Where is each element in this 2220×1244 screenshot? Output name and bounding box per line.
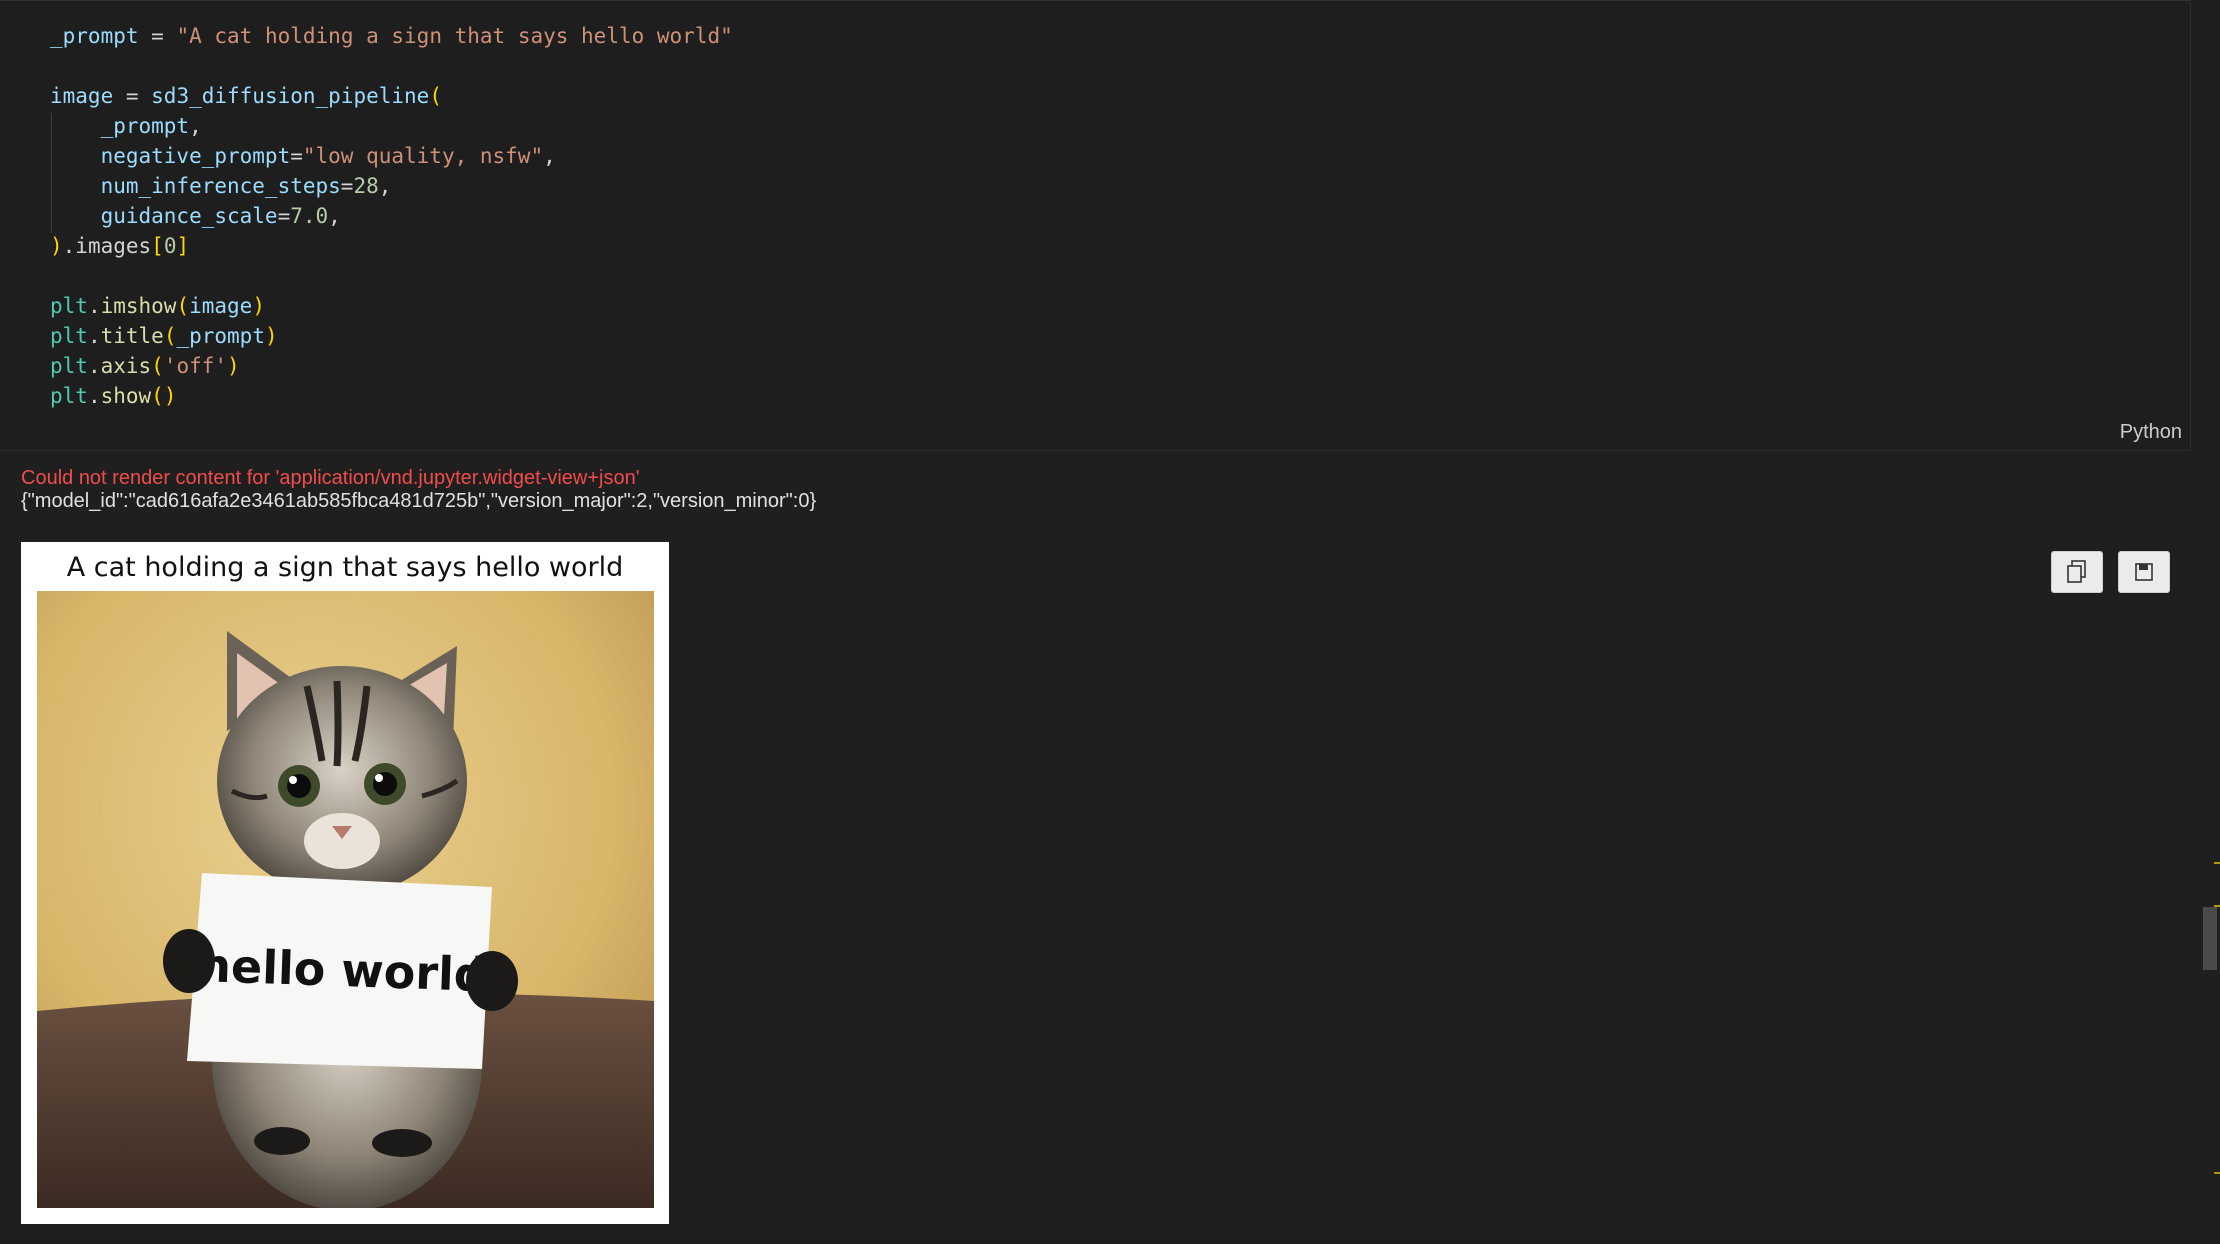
code-token: plt [50, 294, 88, 318]
code-line[interactable] [50, 261, 733, 291]
code-line[interactable]: image = sd3_diffusion_pipeline( [50, 81, 733, 111]
code-cell[interactable]: _prompt = "A cat holding a sign that say… [0, 0, 2191, 451]
code-token: plt [50, 324, 88, 348]
code-line[interactable]: negative_prompt="low quality, nsfw", [50, 141, 733, 171]
code-token: = [340, 174, 354, 198]
code-token: _prompt [50, 24, 139, 48]
code-token: negative_prompt [50, 144, 291, 168]
code-token: . [87, 354, 101, 378]
code-line[interactable]: ).images[0] [50, 231, 733, 261]
code-token: "low quality, nsfw" [302, 144, 544, 168]
code-line[interactable] [50, 51, 733, 81]
scrollbar-thumb[interactable] [2203, 907, 2217, 970]
figure-title: A cat holding a sign that says hello wor… [66, 552, 624, 583]
code-line[interactable]: num_inference_steps=28, [50, 171, 733, 201]
code-token: = [277, 204, 291, 228]
code-token: ( [429, 84, 442, 108]
code-token: , [189, 114, 202, 138]
code-token: axis [100, 354, 152, 378]
code-token: . [87, 294, 101, 318]
code-token: = [113, 84, 152, 108]
code-token: title [100, 324, 164, 348]
code-token: 0 [163, 234, 177, 258]
code-token: num_inference_steps [50, 174, 341, 198]
code-token: plt [50, 384, 88, 408]
code-editor[interactable]: _prompt = "A cat holding a sign that say… [50, 21, 733, 411]
code-token: _prompt [176, 324, 265, 348]
overview-ruler-mark [2214, 1172, 2220, 1174]
code-token: 7.0 [290, 204, 329, 228]
code-token: _prompt [50, 114, 190, 138]
code-token: show [100, 384, 152, 408]
code-token: ( [163, 324, 177, 348]
code-token: ) [264, 324, 278, 348]
code-token: , [543, 144, 556, 168]
save-output-button[interactable] [2118, 551, 2170, 593]
output-figure: A cat holding a sign that says hello wor… [21, 542, 669, 1224]
code-token: ) [252, 294, 265, 318]
code-line[interactable]: plt.axis('off') [50, 351, 733, 381]
code-token: ( [151, 354, 164, 378]
code-token: .images [62, 234, 152, 258]
widget-json-output: {"model_id":"cad616afa2e3461ab585fbca481… [21, 490, 817, 512]
code-line[interactable]: guidance_scale=7.0, [50, 201, 733, 231]
code-token: . [87, 324, 101, 348]
code-token: ) [227, 354, 240, 378]
save-icon [2135, 563, 2153, 581]
cat-image: hello world [37, 591, 654, 1208]
render-error-message: Could not render content for 'applicatio… [21, 467, 640, 489]
code-token: sd3_diffusion_pipeline [151, 84, 430, 108]
code-token: ) [50, 234, 63, 258]
code-line[interactable]: _prompt = "A cat holding a sign that say… [50, 21, 733, 51]
code-token: image [50, 84, 114, 108]
code-token: [ [151, 234, 164, 258]
overview-ruler-mark [2214, 905, 2220, 907]
overview-ruler-mark [2214, 862, 2220, 864]
code-token: 28 [353, 174, 379, 198]
code-token: image [189, 294, 253, 318]
code-token: . [87, 384, 101, 408]
cell-language-label[interactable]: Python [2120, 421, 2182, 444]
code-token: , [328, 204, 341, 228]
code-token: ] [176, 234, 190, 258]
copy-output-button[interactable] [2051, 551, 2103, 593]
code-token: = [138, 24, 177, 48]
code-line[interactable]: plt.imshow(image) [50, 291, 733, 321]
code-token: 'off' [163, 354, 228, 378]
code-token: ( [176, 294, 190, 318]
scrollbar-track[interactable] [2200, 0, 2220, 1244]
code-token: guidance_scale [50, 204, 278, 228]
code-line[interactable]: plt.show() [50, 381, 733, 411]
code-token: plt [50, 354, 88, 378]
code-line[interactable]: plt.title(_prompt) [50, 321, 733, 351]
code-token: , [378, 174, 392, 198]
code-token: = [290, 144, 303, 168]
code-line[interactable]: _prompt, [50, 111, 733, 141]
copy-icon [2067, 560, 2086, 583]
code-token: "A cat holding a sign that says hello wo… [176, 24, 733, 48]
code-token: imshow [100, 294, 177, 318]
sign-text: hello world [197, 938, 487, 1002]
code-token: () [151, 384, 177, 408]
